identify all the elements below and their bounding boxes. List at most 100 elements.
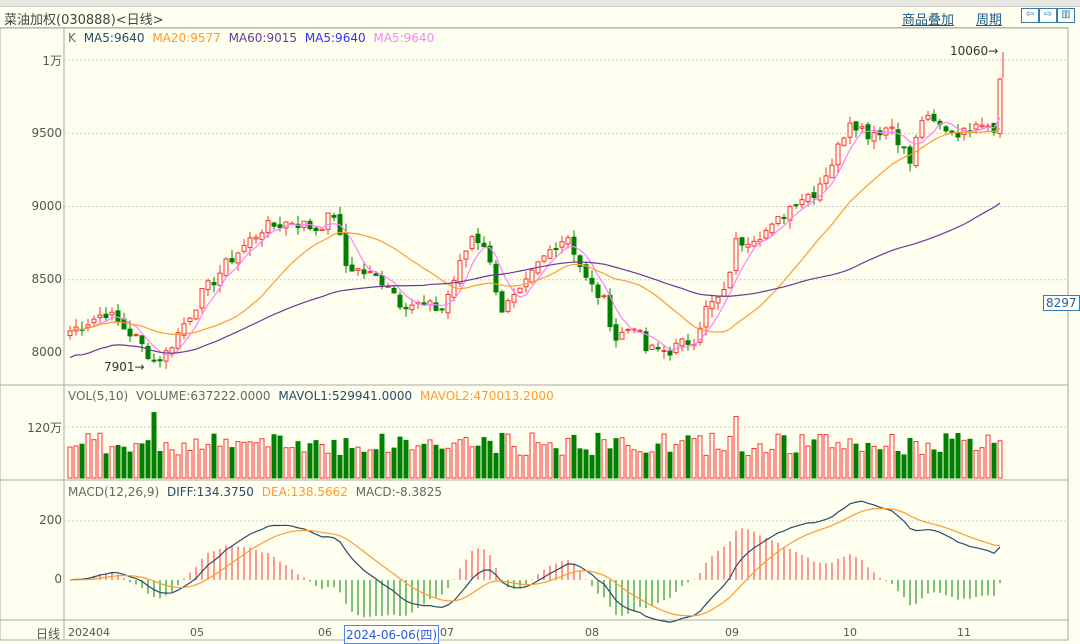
volume-bar xyxy=(703,454,709,479)
candle-up xyxy=(775,216,781,225)
candle-up xyxy=(547,249,553,259)
candle-down xyxy=(895,129,901,146)
volume-bar xyxy=(547,442,553,479)
y-tick: 9000 xyxy=(31,199,62,213)
volume-bar xyxy=(937,451,943,479)
volume-bar xyxy=(697,435,703,479)
candle-down xyxy=(139,335,145,345)
volume-bar xyxy=(307,443,313,479)
volume-bar xyxy=(391,447,397,479)
volume-bar xyxy=(619,437,625,479)
volume-bar xyxy=(109,446,115,479)
volume-bar xyxy=(259,438,265,479)
candle-up xyxy=(355,268,361,271)
k-label: K xyxy=(68,31,76,45)
volume-bar xyxy=(295,441,301,479)
candle-up xyxy=(661,349,667,352)
ma60-label: MA60:9015 xyxy=(228,31,297,45)
candle-up xyxy=(319,228,325,232)
x-tick: 11 xyxy=(957,626,971,639)
candle-down xyxy=(739,237,745,246)
volume-bar xyxy=(739,451,745,479)
volume-bar xyxy=(283,447,289,479)
y-tick: 8000 xyxy=(31,345,62,359)
volume-bar xyxy=(553,448,559,479)
volume-bar xyxy=(835,442,841,479)
candle-up xyxy=(979,124,985,128)
volume-bar xyxy=(967,438,973,479)
candle-up xyxy=(823,175,829,184)
volume-bar xyxy=(637,451,643,479)
candle-up xyxy=(649,344,655,351)
volume-bar xyxy=(319,444,325,479)
candle-up xyxy=(883,127,889,136)
volume-bar xyxy=(67,446,73,479)
candle-down xyxy=(313,227,319,231)
volume-bar xyxy=(865,442,871,479)
volume-bar xyxy=(157,450,163,479)
candle-down xyxy=(211,281,217,286)
candle-up xyxy=(193,309,199,320)
candle-up xyxy=(469,236,475,250)
candle-down xyxy=(595,284,601,298)
volume-bar xyxy=(913,441,919,479)
candle-up xyxy=(769,223,775,234)
candle-up xyxy=(709,301,715,310)
macd-tick: 0 xyxy=(54,572,62,586)
volume-bar xyxy=(499,432,505,479)
volume-bar xyxy=(793,452,799,479)
candle-down xyxy=(157,359,163,362)
volume-bar xyxy=(919,453,925,479)
volume-bar xyxy=(589,454,595,479)
candle-down xyxy=(685,340,691,345)
volume-bar xyxy=(541,444,547,479)
volume-bar xyxy=(571,434,577,479)
volume-bar xyxy=(523,454,529,479)
candle-up xyxy=(847,122,853,138)
selected-date[interactable]: 2024-06-06(四) xyxy=(344,625,440,644)
x-tick: 06 xyxy=(318,626,332,639)
candle-up xyxy=(247,237,253,249)
macd-legend: MACD(12,26,9) DIFF:134.3750 DEA:138.5662… xyxy=(68,485,446,499)
candle-up xyxy=(805,193,811,203)
volume-bar xyxy=(451,442,457,479)
volume-bar xyxy=(469,446,475,479)
volume-bar xyxy=(223,438,229,479)
candle-down xyxy=(589,277,595,285)
volume-bar xyxy=(847,438,853,479)
mavol1-value: MAVOL1:529941.0000 xyxy=(278,389,413,403)
volume-bar xyxy=(577,448,583,479)
volume-bar xyxy=(463,437,469,479)
volume-bar xyxy=(331,439,337,479)
volume-bar xyxy=(643,452,649,479)
volume-bar xyxy=(817,434,823,479)
candle-up xyxy=(205,280,211,291)
candle-up xyxy=(505,300,511,312)
candle-up xyxy=(925,114,931,120)
volume-bar xyxy=(379,433,385,479)
volume-bar xyxy=(367,449,373,479)
volume-bar xyxy=(289,447,295,479)
candle-down xyxy=(229,258,235,263)
volume-bar xyxy=(685,435,691,479)
volume-bar xyxy=(829,447,835,479)
chart-canvas[interactable] xyxy=(0,0,1080,643)
volume-bar xyxy=(565,437,571,479)
candle-down xyxy=(493,263,499,293)
candle-up xyxy=(565,237,571,245)
candle-down xyxy=(943,126,949,132)
dea-line xyxy=(69,507,1001,617)
volume-bar xyxy=(187,449,193,479)
candle-down xyxy=(955,132,961,138)
candle-up xyxy=(919,120,925,138)
volume-bar xyxy=(415,445,421,479)
volume-bar xyxy=(271,434,277,479)
volume-bar xyxy=(103,453,109,479)
volume-bar xyxy=(823,434,829,479)
candle-down xyxy=(949,130,955,133)
volume-bar xyxy=(727,435,733,479)
volume-bar xyxy=(475,445,481,479)
candle-up xyxy=(973,123,979,130)
volume-bar xyxy=(943,433,949,479)
candle-down xyxy=(613,324,619,341)
